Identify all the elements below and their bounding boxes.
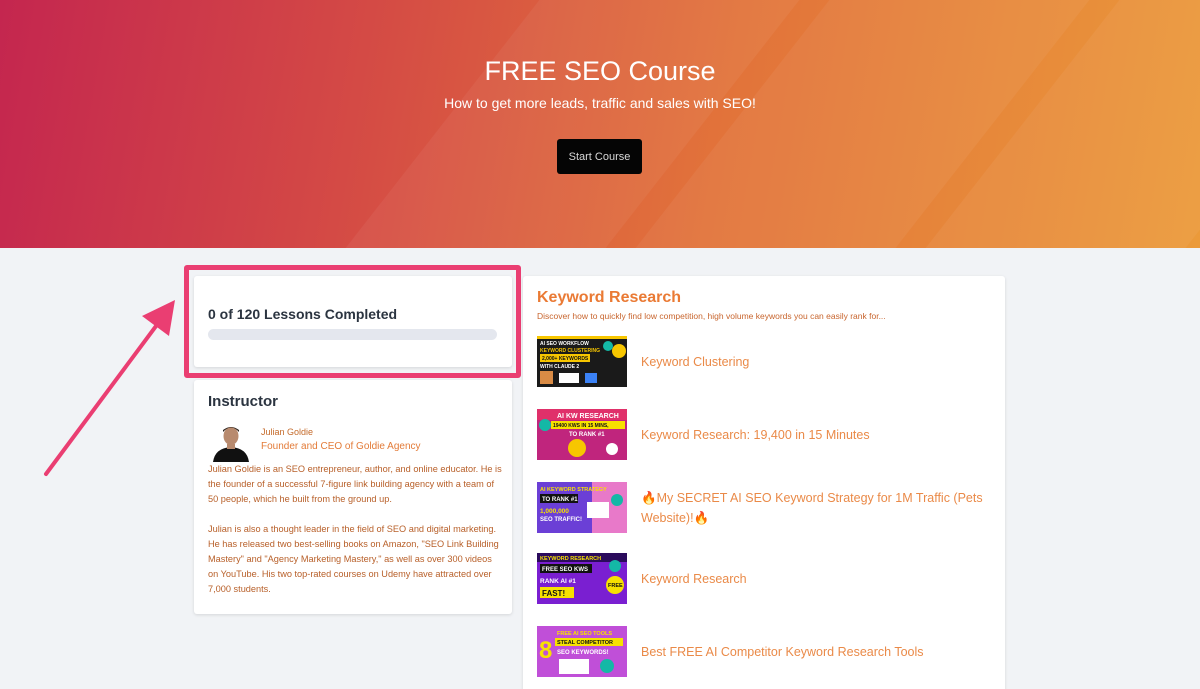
instructor-bio: Julian Goldie is an SEO entrepreneur, au…	[208, 462, 504, 612]
instructor-avatar	[210, 420, 252, 462]
instructor-heading: Instructor	[208, 393, 279, 410]
thumb-text: 1,000,000	[540, 508, 569, 515]
thumb-text: AI SEO WORKFLOW	[540, 341, 589, 347]
thumb-text: 19400 KWS IN 15 MINS,	[553, 423, 609, 429]
lesson-item[interactable]: AI KW RESEARCH 19400 KWS IN 15 MINS, TO …	[537, 409, 997, 461]
module-card: Keyword Research Discover how to quickly…	[523, 276, 1005, 689]
thumb-text: KEYWORD CLUSTERING	[540, 348, 600, 354]
thumb-text: FAST!	[542, 589, 565, 598]
lesson-title: Keyword Research	[641, 572, 747, 586]
thumb-text: FREE SEO KWS	[542, 567, 588, 573]
lesson-thumbnail: AI KEYWORD STRATEGY TO RANK #1 1,000,000…	[537, 482, 627, 533]
lesson-title: Best FREE AI Competitor Keyword Research…	[641, 645, 924, 659]
thumb-text: SEO TRAFFIC!	[540, 517, 582, 523]
thumb-text: TO RANK #1	[569, 432, 605, 438]
bio-paragraph: Julian is also a thought leader in the f…	[208, 524, 499, 594]
thumb-text: STEAL COMPETITOR	[557, 640, 613, 646]
thumb-text: AI KW RESEARCH	[557, 413, 619, 420]
thumb-text: TO RANK #1	[542, 497, 578, 503]
module-title: Keyword Research	[537, 289, 682, 306]
instructor-card: Instructor Julian Goldie Founder and CEO…	[194, 380, 512, 614]
thumb-text: WITH CLAUDE 2	[540, 364, 579, 370]
instructor-name: Julian Goldie	[261, 427, 314, 437]
start-course-button[interactable]: Start Course	[557, 139, 642, 174]
lesson-thumbnail: AI KW RESEARCH 19400 KWS IN 15 MINS, TO …	[537, 409, 627, 460]
lesson-title: Keyword Clustering	[641, 355, 750, 369]
thumb-text: 8	[539, 637, 552, 664]
thumb-text: SEO KEYWORDS!	[557, 650, 609, 656]
lesson-thumbnail: AI SEO WORKFLOW KEYWORD CLUSTERING 2,000…	[537, 336, 627, 387]
lesson-item[interactable]: AI SEO WORKFLOW KEYWORD CLUSTERING 2,000…	[537, 336, 997, 388]
module-description: Discover how to quickly find low competi…	[537, 311, 886, 321]
lesson-item[interactable]: KEYWORD RESEARCH FREE SEO KWS RANK AI #1…	[537, 553, 997, 605]
lesson-item[interactable]: 8 FREE AI SEO TOOLS STEAL COMPETITOR SEO…	[537, 626, 997, 678]
lesson-thumbnail: KEYWORD RESEARCH FREE SEO KWS RANK AI #1…	[537, 553, 627, 604]
thumb-text: RANK AI #1	[540, 578, 576, 585]
instructor-role: Founder and CEO of Goldie Agency	[261, 441, 421, 452]
thumb-text: KEYWORD RESEARCH	[540, 556, 601, 562]
thumb-text: FREE	[608, 583, 623, 589]
annotation-arrow-icon	[44, 300, 175, 476]
lesson-title: 🔥My SECRET AI SEO Keyword Strategy for 1…	[641, 491, 983, 525]
thumb-text: FREE AI SEO TOOLS	[557, 631, 612, 637]
highlight-box	[184, 265, 521, 378]
bio-paragraph: Julian Goldie is an SEO entrepreneur, au…	[208, 464, 502, 504]
thumb-text: 2,000+ KEYWORDS	[542, 356, 589, 362]
thumb-text: AI KEYWORD STRATEGY	[540, 487, 607, 493]
lesson-title: Keyword Research: 19,400 in 15 Minutes	[641, 428, 870, 442]
lesson-thumbnail: 8 FREE AI SEO TOOLS STEAL COMPETITOR SEO…	[537, 626, 627, 677]
lesson-item[interactable]: AI KEYWORD STRATEGY TO RANK #1 1,000,000…	[537, 482, 997, 534]
